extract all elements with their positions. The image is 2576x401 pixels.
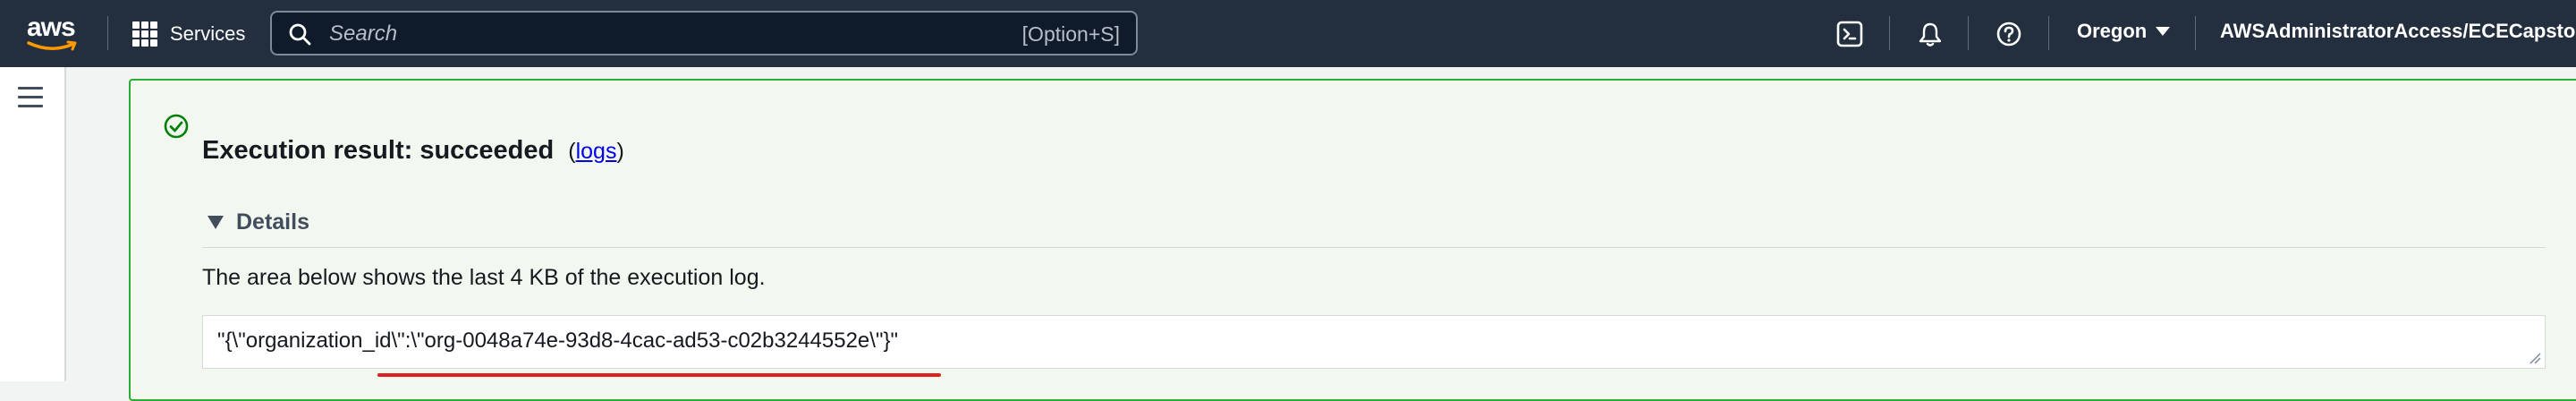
notifications-button[interactable] (1912, 16, 1948, 52)
services-label: Services (170, 22, 246, 45)
services-grid-icon (132, 21, 157, 47)
caret-down-icon (2156, 27, 2171, 36)
execution-result-title: Execution result: succeeded (202, 136, 555, 165)
aws-smile-icon (27, 40, 77, 51)
region-label: Oregon (2077, 20, 2148, 42)
details-label: Details (236, 209, 309, 235)
search-icon (289, 23, 311, 46)
notifications-icon (1919, 22, 1942, 47)
search-bar[interactable]: [Option+S] (270, 11, 1138, 55)
logs-link[interactable]: logs (576, 139, 617, 164)
services-menu-button[interactable]: Services (132, 16, 245, 52)
aws-logo[interactable]: aws (27, 13, 82, 55)
aws-logo-text: aws (27, 13, 76, 42)
success-check-icon (164, 114, 189, 139)
menu-icon[interactable] (18, 87, 43, 114)
search-shortcut-hint: [Option+S] (1021, 22, 1120, 46)
nav-divider (1968, 16, 1969, 50)
top-navigation: aws Services [Option+S] (0, 0, 2576, 67)
help-icon (1996, 21, 2021, 47)
nav-divider (2048, 16, 2049, 50)
resize-handle-icon[interactable] (2527, 350, 2541, 364)
cloudshell-button[interactable] (1832, 16, 1868, 52)
account-menu[interactable]: AWSAdministratorAccess/ECECapstone.D (2220, 20, 2576, 43)
details-expander[interactable]: Details (208, 209, 309, 235)
log-output-text: "{\"organization_id\":\"org-0048a74e-93d… (217, 328, 899, 353)
execution-result-heading: Execution result: succeeded (logs) (202, 136, 624, 166)
logs-link-wrapper: (logs) (568, 139, 624, 164)
search-input[interactable] (327, 20, 868, 48)
nav-divider (2195, 16, 2196, 50)
execution-result-panel: Execution result: succeeded (logs) Detai… (129, 79, 2576, 401)
nav-divider (107, 16, 108, 50)
nav-divider (1889, 16, 1890, 50)
region-selector[interactable]: Oregon (2077, 20, 2171, 43)
side-navigation-rail (0, 67, 66, 381)
execution-log-output[interactable]: "{\"organization_id\":\"org-0048a74e-93d… (202, 315, 2546, 369)
caret-down-icon (208, 216, 224, 229)
help-button[interactable] (1991, 16, 2027, 52)
cloudshell-icon (1836, 21, 1863, 47)
red-annotation-underline (377, 373, 941, 377)
divider (202, 247, 2546, 248)
log-description: The area below shows the last 4 KB of th… (202, 265, 766, 290)
